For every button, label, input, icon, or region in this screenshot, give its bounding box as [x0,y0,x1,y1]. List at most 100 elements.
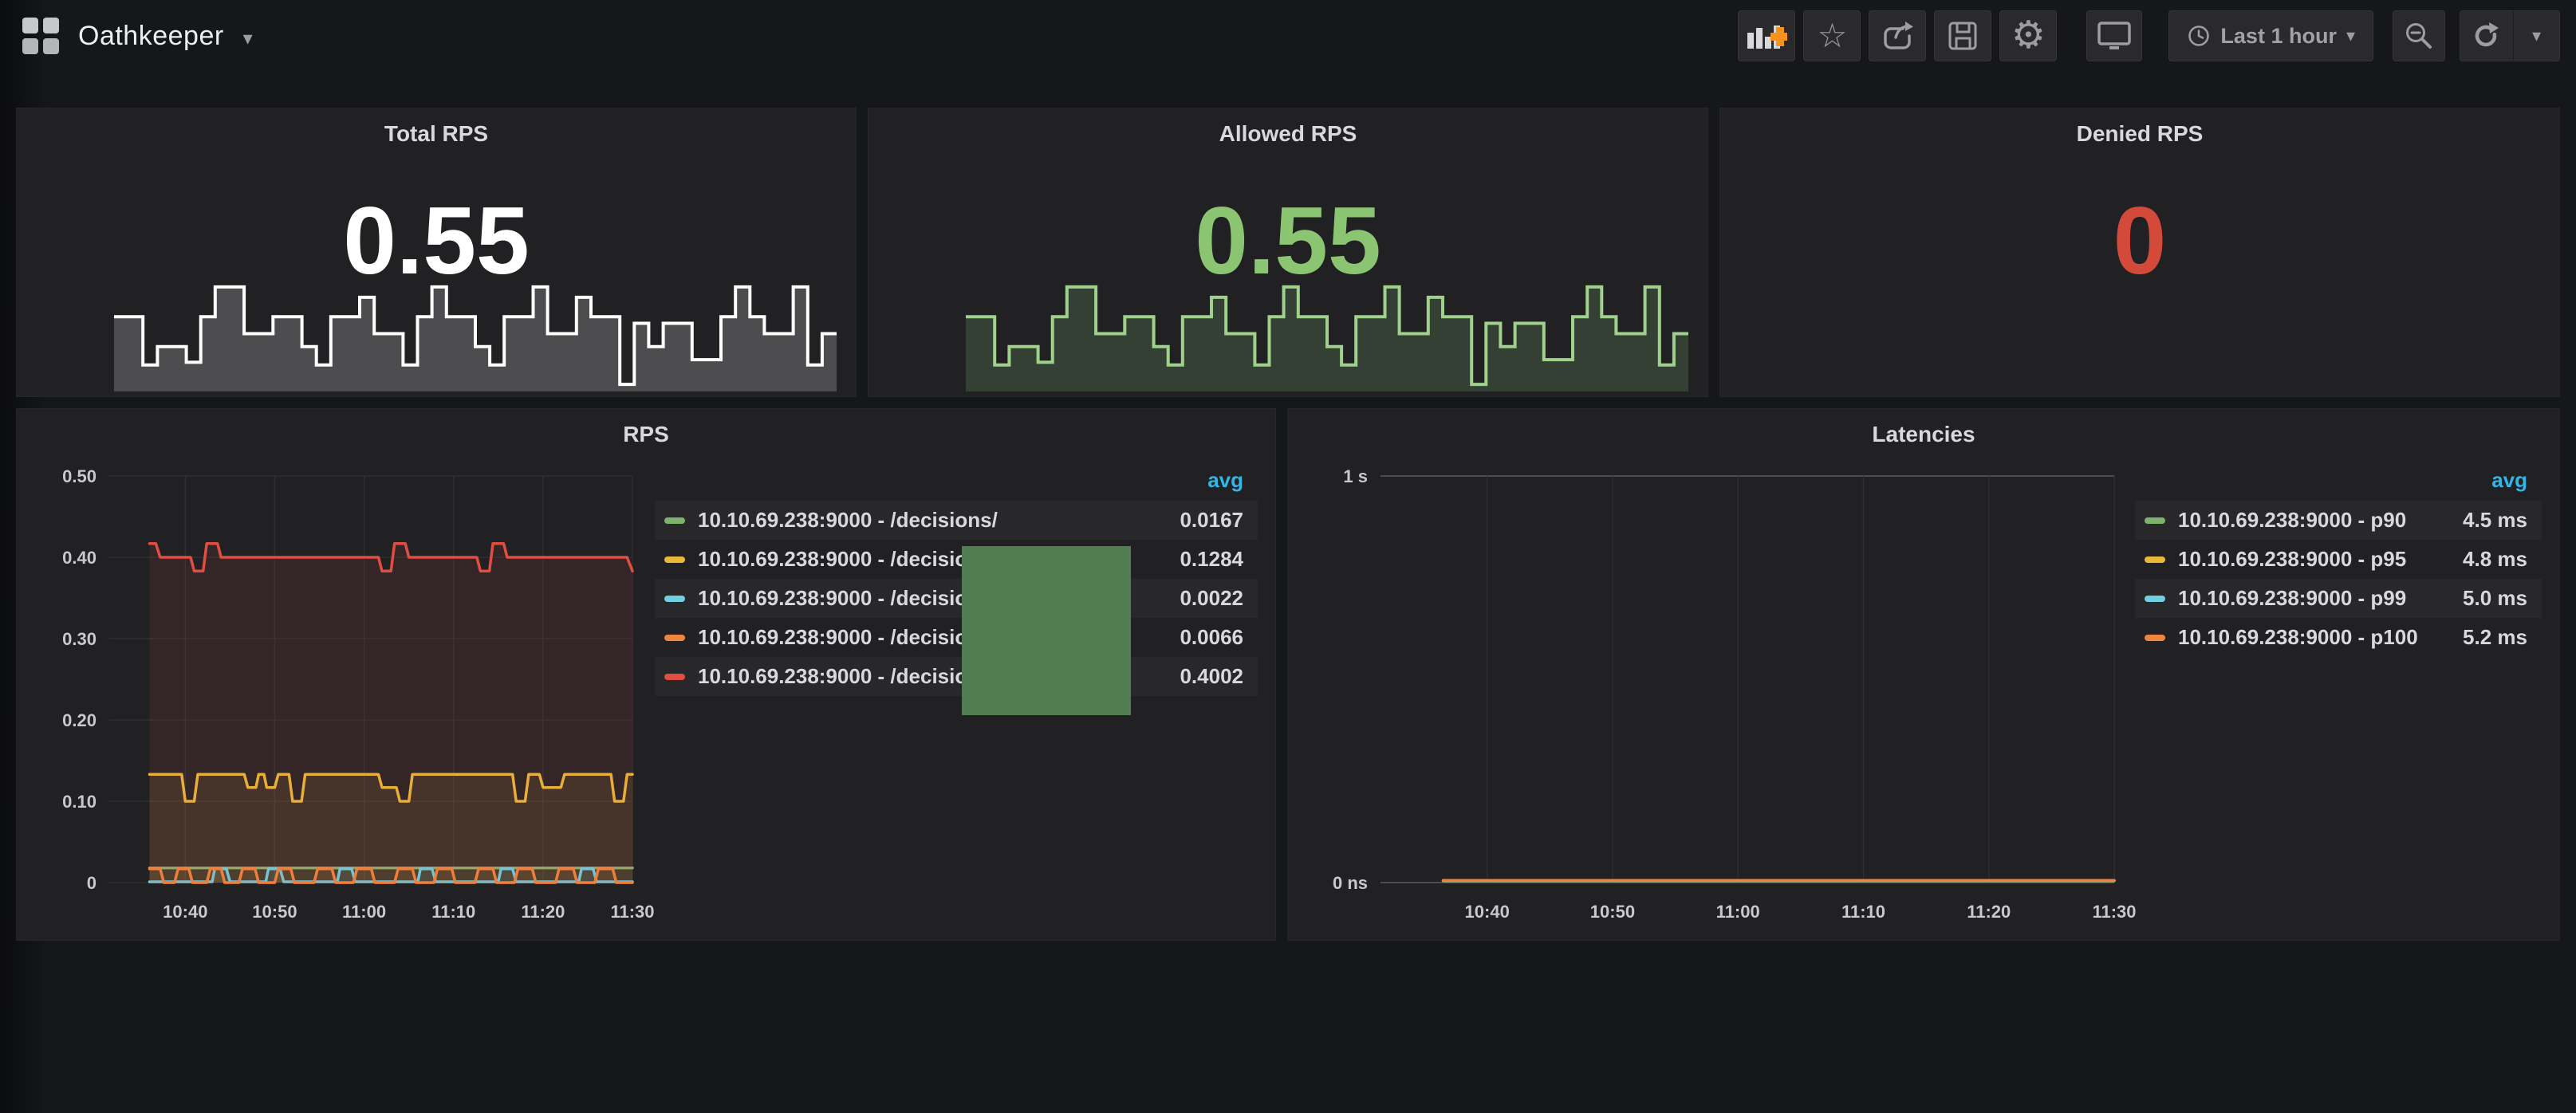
svg-text:0.10: 0.10 [62,792,97,812]
legend-series-avg: 5.0 ms [2463,586,2527,611]
dashboard-picker[interactable]: Oathkeeper ▾ [22,18,253,54]
dashboard-title[interactable]: Oathkeeper [78,21,224,52]
legend-row[interactable]: 10.10.69.238:9000 - /decisions/0.4002 [655,657,1258,696]
legend-series-avg: 0.4002 [1180,664,1243,689]
share-button[interactable] [1869,10,1926,61]
svg-text:10:50: 10:50 [252,902,297,922]
svg-text:11:10: 11:10 [1841,902,1885,922]
legend-row[interactable]: 10.10.69.238:9000 - p99 5.0 ms [2135,579,2542,618]
panel-title[interactable]: Total RPS [17,121,856,147]
legend-series-avg: 4.8 ms [2463,547,2527,572]
svg-text:10:50: 10:50 [1590,902,1635,922]
clock-icon [2187,24,2211,48]
legend-avg-header[interactable]: avg [1207,468,1243,493]
svg-text:11:10: 11:10 [431,902,475,922]
chevron-down-icon[interactable]: ▾ [243,27,253,50]
zoom-out-button[interactable] [2393,10,2445,61]
dashboards-grid-icon[interactable] [22,18,59,54]
latencies-legend: avg10.10.69.238:9000 - p904.5 ms10.10.69… [2135,465,2542,657]
svg-text:1 s: 1 s [1343,466,1368,486]
stat-value: 0 [1720,188,2559,293]
panel-denied-rps: Denied RPS 0 [1719,108,2560,397]
legend-row[interactable]: 10.10.69.238:9000 - p90 4.5 ms [2135,501,2542,540]
panel-title[interactable]: Denied RPS [1720,121,2559,147]
legend-series-label: 10.10.69.238:9000 - p90 [2178,508,2447,533]
legend-row[interactable]: 10.10.69.238:9000 - /decisions/0.1284 [655,540,1258,579]
stat-value: 0.55 [17,188,856,293]
series-color-swatch[interactable] [664,674,685,680]
svg-text:11:00: 11:00 [342,902,386,922]
legend-row[interactable]: 10.10.69.238:9000 - /decisions/0.0066 [655,618,1258,657]
refresh-button-group: ▾ [2460,10,2560,61]
time-range-picker[interactable]: Last 1 hour ▾ [2168,10,2373,61]
svg-text:11:20: 11:20 [521,902,565,922]
legend-series-label: 10.10.69.238:9000 - p95 [2178,547,2447,572]
series-color-swatch[interactable] [2145,517,2165,524]
panel-title[interactable]: Latencies [1288,422,2559,447]
star-button[interactable]: ☆ [1803,10,1861,61]
save-button[interactable] [1934,10,1991,61]
save-icon [1948,21,1978,51]
rps-legend: avg 10.10.69.238:9000 - /decisions/0.0167… [655,465,1258,696]
panel-rps-graph: RPS 0.50 0.40 0.30 0.20 0.10 0 10:40 10:50 11:00… [16,408,1276,941]
chevron-down-icon: ▾ [2532,26,2541,46]
legend-row[interactable]: 10.10.69.238:9000 - p1005.2 ms [2135,618,2542,657]
stat-value: 0.55 [869,188,1707,293]
legend-series-avg: 5.2 ms [2463,625,2527,650]
tv-mode-button[interactable] [2086,10,2142,61]
rps-chart[interactable]: 0.50 0.40 0.30 0.20 0.10 0 10:40 10:50 11:00 11:1… [23,455,645,934]
zoom-out-icon [2404,21,2434,51]
refresh-icon [2472,22,2502,50]
add-panel-icon [1746,21,1787,51]
series-color-swatch[interactable] [664,596,685,602]
legend-row[interactable]: 10.10.69.238:9000 - /decisions/0.0022 [655,579,1258,618]
series-color-swatch[interactable] [664,556,685,563]
panel-title[interactable]: RPS [17,422,1275,447]
panel-latencies-graph: Latencies 1 s 0 ns 10:40 10:50 11:00 11:10 11:… [1287,408,2560,941]
svg-text:11:30: 11:30 [2092,902,2136,922]
legend-series-avg: 4.5 ms [2463,508,2527,533]
navbar: Oathkeeper ▾ ☆ [0,0,2576,72]
legend-series-avg: 0.0022 [1180,586,1243,611]
legend-series-label: 10.10.69.238:9000 - p99 [2178,586,2447,611]
refresh-button[interactable] [2460,11,2513,61]
star-icon: ☆ [1818,19,1848,53]
settings-button[interactable]: ⚙ [1999,10,2057,61]
svg-text:11:00: 11:00 [1716,902,1760,922]
svg-text:0.40: 0.40 [62,548,97,568]
latencies-chart[interactable]: 1 s0 ns10:4010:5011:0011:1011:2011:30 [1294,455,2127,934]
monitor-icon [2097,21,2132,51]
green-overlay-artifact [962,546,1131,715]
legend-series-label: 10.10.69.238:9000 - /decisions/ [698,508,1164,533]
svg-text:10:40: 10:40 [163,902,207,922]
legend-avg-header[interactable]: avg [2491,468,2527,493]
chevron-down-icon: ▾ [2346,26,2355,46]
panel-total-rps: Total RPS 0.55 [16,108,857,397]
series-color-swatch[interactable] [2145,556,2165,563]
share-icon [1881,21,1913,51]
svg-text:0.30: 0.30 [62,629,97,649]
svg-text:0: 0 [87,873,97,893]
legend-series-avg: 0.0066 [1180,625,1243,650]
series-color-swatch[interactable] [2145,635,2165,641]
svg-text:0 ns: 0 ns [1333,873,1368,893]
panel-allowed-rps: Allowed RPS 0.55 [868,108,1708,397]
panel-title[interactable]: Allowed RPS [869,121,1707,147]
add-panel-button[interactable] [1738,10,1795,61]
svg-text:0.20: 0.20 [62,710,97,730]
legend-row[interactable]: 10.10.69.238:9000 - /decisions/0.0167 [655,501,1258,540]
series-color-swatch[interactable] [664,635,685,641]
svg-text:0.50: 0.50 [62,466,97,486]
toolbar: ☆ ⚙ [1738,10,2560,61]
time-range-label: Last 1 hour [2220,24,2337,49]
legend-series-avg: 0.0167 [1180,508,1243,533]
series-color-swatch[interactable] [664,517,685,524]
svg-text:10:40: 10:40 [1465,902,1510,922]
legend-series-avg: 0.1284 [1180,547,1243,572]
svg-text:11:30: 11:30 [610,902,654,922]
refresh-interval-button[interactable]: ▾ [2513,11,2559,61]
series-color-swatch[interactable] [2145,596,2165,602]
legend-row[interactable]: 10.10.69.238:9000 - p95 4.8 ms [2135,540,2542,579]
svg-text:11:20: 11:20 [1967,902,2011,922]
gear-icon: ⚙ [2011,17,2046,55]
